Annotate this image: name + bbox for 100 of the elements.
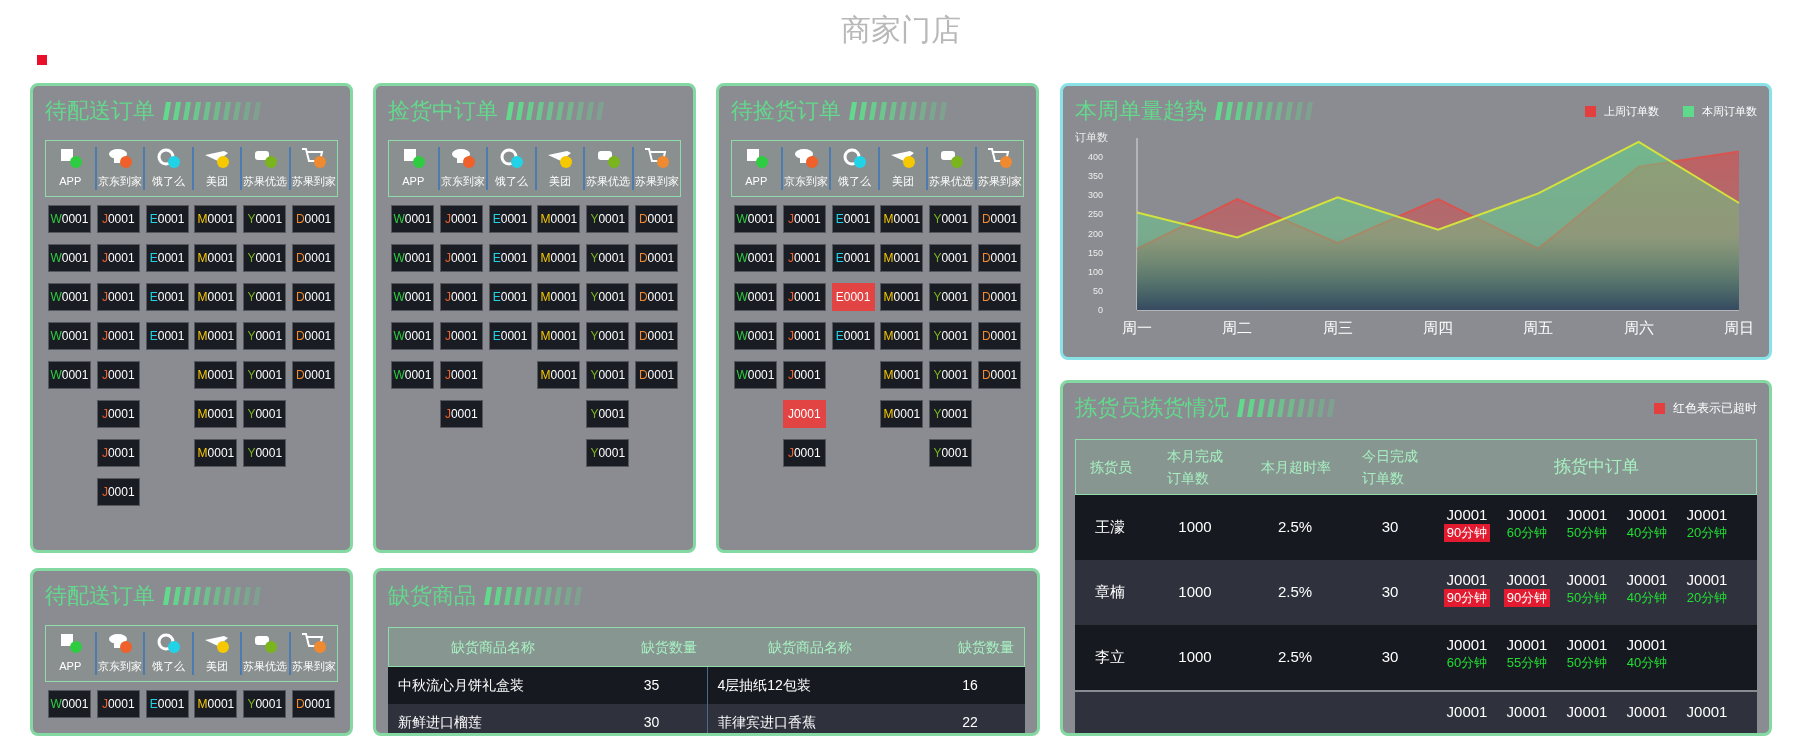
elapsed-time: 40分钟 — [1625, 589, 1669, 607]
axis-category-label: 周日 — [1724, 319, 1754, 336]
channel-label: 苏果优选 — [243, 659, 288, 674]
channel-label: 苏果优选 — [586, 174, 631, 189]
channel-label: 京东到家 — [783, 174, 828, 189]
channel-label: APP — [59, 174, 82, 189]
order-code: J0001 — [1506, 635, 1548, 654]
channel-label: 饿了么 — [837, 174, 871, 189]
column-header: 缺货商品名称 — [767, 637, 854, 657]
order-code: J0001 — [1566, 635, 1608, 654]
column-header: 今日完成订单数 — [1361, 447, 1419, 488]
legend-label: 上周订单数 — [1604, 103, 1659, 119]
table-cell-text: 22 — [961, 713, 979, 732]
column-header: 缺货数量 — [639, 637, 698, 657]
axis-tick-label: 100 — [1087, 266, 1103, 277]
axis-tick-label: 400 — [1087, 152, 1103, 163]
table-cell-text: 2.5% — [1276, 582, 1314, 603]
panel-title: 捡货中订单 — [388, 97, 498, 125]
table-cell-text: 1000 — [1177, 582, 1213, 603]
column-header: 本月完成订单数 — [1166, 447, 1224, 488]
panel-title: 待配送订单 — [45, 582, 155, 610]
panel-title: 缺货商品 — [388, 582, 476, 610]
panel-title: 拣货员拣货情况 — [1075, 394, 1229, 422]
axis-title: 订单数 — [1075, 131, 1108, 143]
elapsed-time: 90分钟 — [1503, 589, 1551, 607]
order-code: J0001 — [1446, 505, 1488, 524]
channel-label: 饿了么 — [151, 659, 185, 674]
panel-title: 本周单量趋势 — [1075, 97, 1207, 125]
elapsed-time: 20分钟 — [1685, 589, 1729, 607]
channel-label: 美团 — [205, 659, 228, 674]
channel-label: 美团 — [205, 174, 228, 189]
order-code: J0001 — [1626, 570, 1668, 589]
table-cell: 菲律宾进口香蕉 — [706, 704, 915, 733]
order-code: J0001 — [1446, 635, 1488, 654]
column-header: 拣货中订单 — [1552, 456, 1640, 479]
elapsed-time: 20分钟 — [1685, 524, 1729, 542]
order-code: J0001 — [1686, 570, 1728, 589]
channel-label: 美团 — [548, 174, 571, 189]
column-header: 拣货员 — [1089, 457, 1133, 477]
order-code: J0001 — [1506, 570, 1548, 589]
column-header: 缺货数量 — [957, 637, 1015, 657]
channel-label: 饿了么 — [494, 174, 528, 189]
axis-tick-label: 50 — [1093, 285, 1103, 296]
order-code: J0001 — [1626, 702, 1668, 721]
table-cell-text: 16 — [961, 676, 979, 695]
axis-category-label: 周六 — [1623, 319, 1654, 336]
axis-tick-label: 0 — [1098, 305, 1103, 315]
order-code: J0001 — [1566, 570, 1608, 589]
axis-category-label: 周五 — [1523, 319, 1554, 336]
legend-label: 红色表示已超时 — [1673, 400, 1757, 417]
table-cell-text: 王濛 — [1094, 517, 1126, 538]
channel-label: 饿了么 — [151, 174, 185, 189]
table-cell-text: 30 — [642, 713, 661, 732]
axis-tick-label: 250 — [1087, 209, 1103, 220]
order-code: J0001 — [1446, 570, 1488, 589]
channel-label: 苏果到家 — [291, 659, 336, 674]
elapsed-time: 40分钟 — [1625, 524, 1669, 542]
panel-title: 待捡货订单 — [731, 97, 841, 125]
table-cell-text: 章楠 — [1094, 582, 1126, 603]
table-cell-text: 李立 — [1094, 647, 1126, 668]
page-title: 商家门店 — [840, 12, 962, 48]
axis-tick-label: 150 — [1087, 247, 1103, 258]
axis-category-label: 周一 — [1122, 319, 1152, 336]
channel-label: 京东到家 — [97, 659, 142, 674]
elapsed-time: 90分钟 — [1443, 589, 1491, 607]
elapsed-time: 60分钟 — [1445, 654, 1489, 672]
channel-label: APP — [402, 174, 425, 189]
elapsed-time: 50分钟 — [1565, 589, 1609, 607]
axis-category-label: 周三 — [1322, 319, 1353, 336]
table-cell-text: 1000 — [1177, 517, 1213, 538]
table-cell-text: 30 — [1380, 647, 1400, 668]
channel-label: 苏果优选 — [243, 174, 288, 189]
table-cell-text: 30 — [1380, 582, 1400, 603]
elapsed-time: 60分钟 — [1505, 524, 1549, 542]
order-code: J0001 — [1566, 505, 1608, 524]
column-header: 本月超时率 — [1260, 457, 1332, 477]
order-code: J0001 — [1686, 702, 1728, 721]
channel-label: 美团 — [891, 174, 914, 189]
order-code: J0001 — [1566, 702, 1608, 721]
elapsed-time: 50分钟 — [1565, 654, 1609, 672]
order-code: J0001 — [1506, 702, 1548, 721]
channel-label: 京东到家 — [440, 174, 485, 189]
order-code: J0001 — [1626, 505, 1668, 524]
table-cell-text: 中秋流心月饼礼盒装 — [397, 676, 525, 695]
elapsed-time: 40分钟 — [1625, 654, 1669, 672]
channel-label: 苏果到家 — [977, 174, 1022, 189]
order-code: J0001 — [1686, 505, 1728, 524]
table-cell-text: 2.5% — [1276, 647, 1314, 668]
axis-category-label: 周二 — [1222, 319, 1253, 336]
table-cell-text: 2.5% — [1276, 517, 1314, 538]
legend-label: 本周订单数 — [1702, 103, 1757, 119]
order-code: J0001 — [1446, 702, 1488, 721]
channel-label: 苏果到家 — [291, 174, 336, 189]
channel-label: 京东到家 — [97, 174, 142, 189]
axis-tick-label: 350 — [1087, 171, 1103, 182]
axis-tick-label: 300 — [1087, 190, 1103, 201]
elapsed-time: 55分钟 — [1505, 654, 1549, 672]
order-code: J0001 — [1506, 505, 1548, 524]
table-cell-text: 新鲜进口榴莲 — [397, 713, 483, 732]
table-cell-text: 1000 — [1177, 647, 1213, 668]
